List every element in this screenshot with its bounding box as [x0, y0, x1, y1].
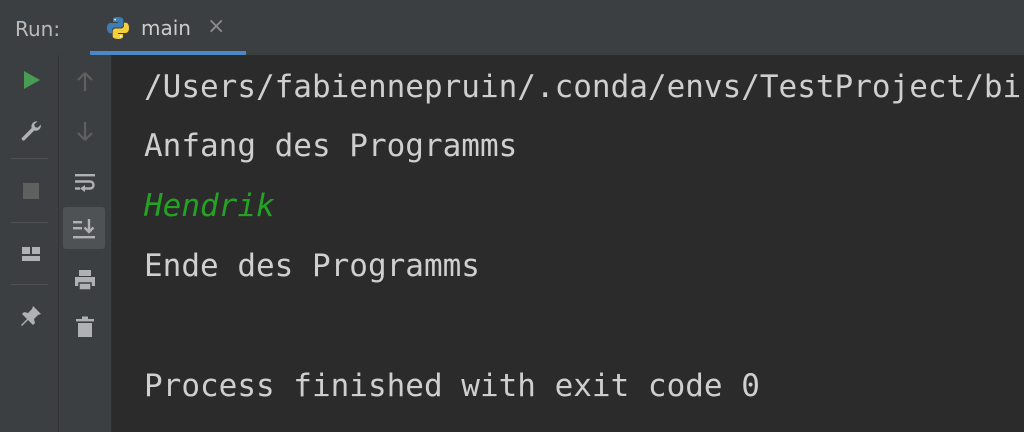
- layout-icon[interactable]: [17, 240, 45, 268]
- console-output[interactable]: /Users/fabiennepruin/.conda/envs/TestPro…: [112, 55, 1024, 432]
- scroll-to-end-icon[interactable]: [70, 214, 98, 242]
- run-tool-window-header: Run: main ×: [0, 0, 1024, 56]
- toolbar-separator: [10, 222, 48, 223]
- pin-icon[interactable]: [17, 302, 45, 330]
- tab-main[interactable]: main ×: [90, 0, 246, 55]
- console-line-exit-status: Process finished with exit code 0: [144, 368, 760, 404]
- close-icon[interactable]: ×: [207, 15, 225, 39]
- wrench-icon[interactable]: [17, 117, 45, 145]
- toolbar-separator: [10, 158, 48, 159]
- print-icon[interactable]: [71, 266, 99, 294]
- console-line-command: /Users/fabiennepruin/.conda/envs/TestPro…: [144, 69, 1024, 105]
- run-icon[interactable]: [17, 66, 45, 94]
- console-line-user-input: Hendrik: [144, 188, 275, 224]
- stop-icon[interactable]: [17, 177, 45, 205]
- tab-main-label: main: [141, 16, 191, 40]
- arrow-up-icon[interactable]: [71, 68, 99, 96]
- trash-icon[interactable]: [71, 313, 99, 341]
- soft-wrap-icon[interactable]: [71, 168, 99, 196]
- run-title: Run:: [15, 17, 61, 41]
- console-line-output: Ende des Programms: [144, 248, 480, 284]
- console-line-output: Anfang des Programms: [144, 128, 518, 164]
- arrow-down-icon[interactable]: [71, 117, 99, 145]
- toolbar-separator: [10, 284, 48, 285]
- python-icon: [105, 15, 131, 41]
